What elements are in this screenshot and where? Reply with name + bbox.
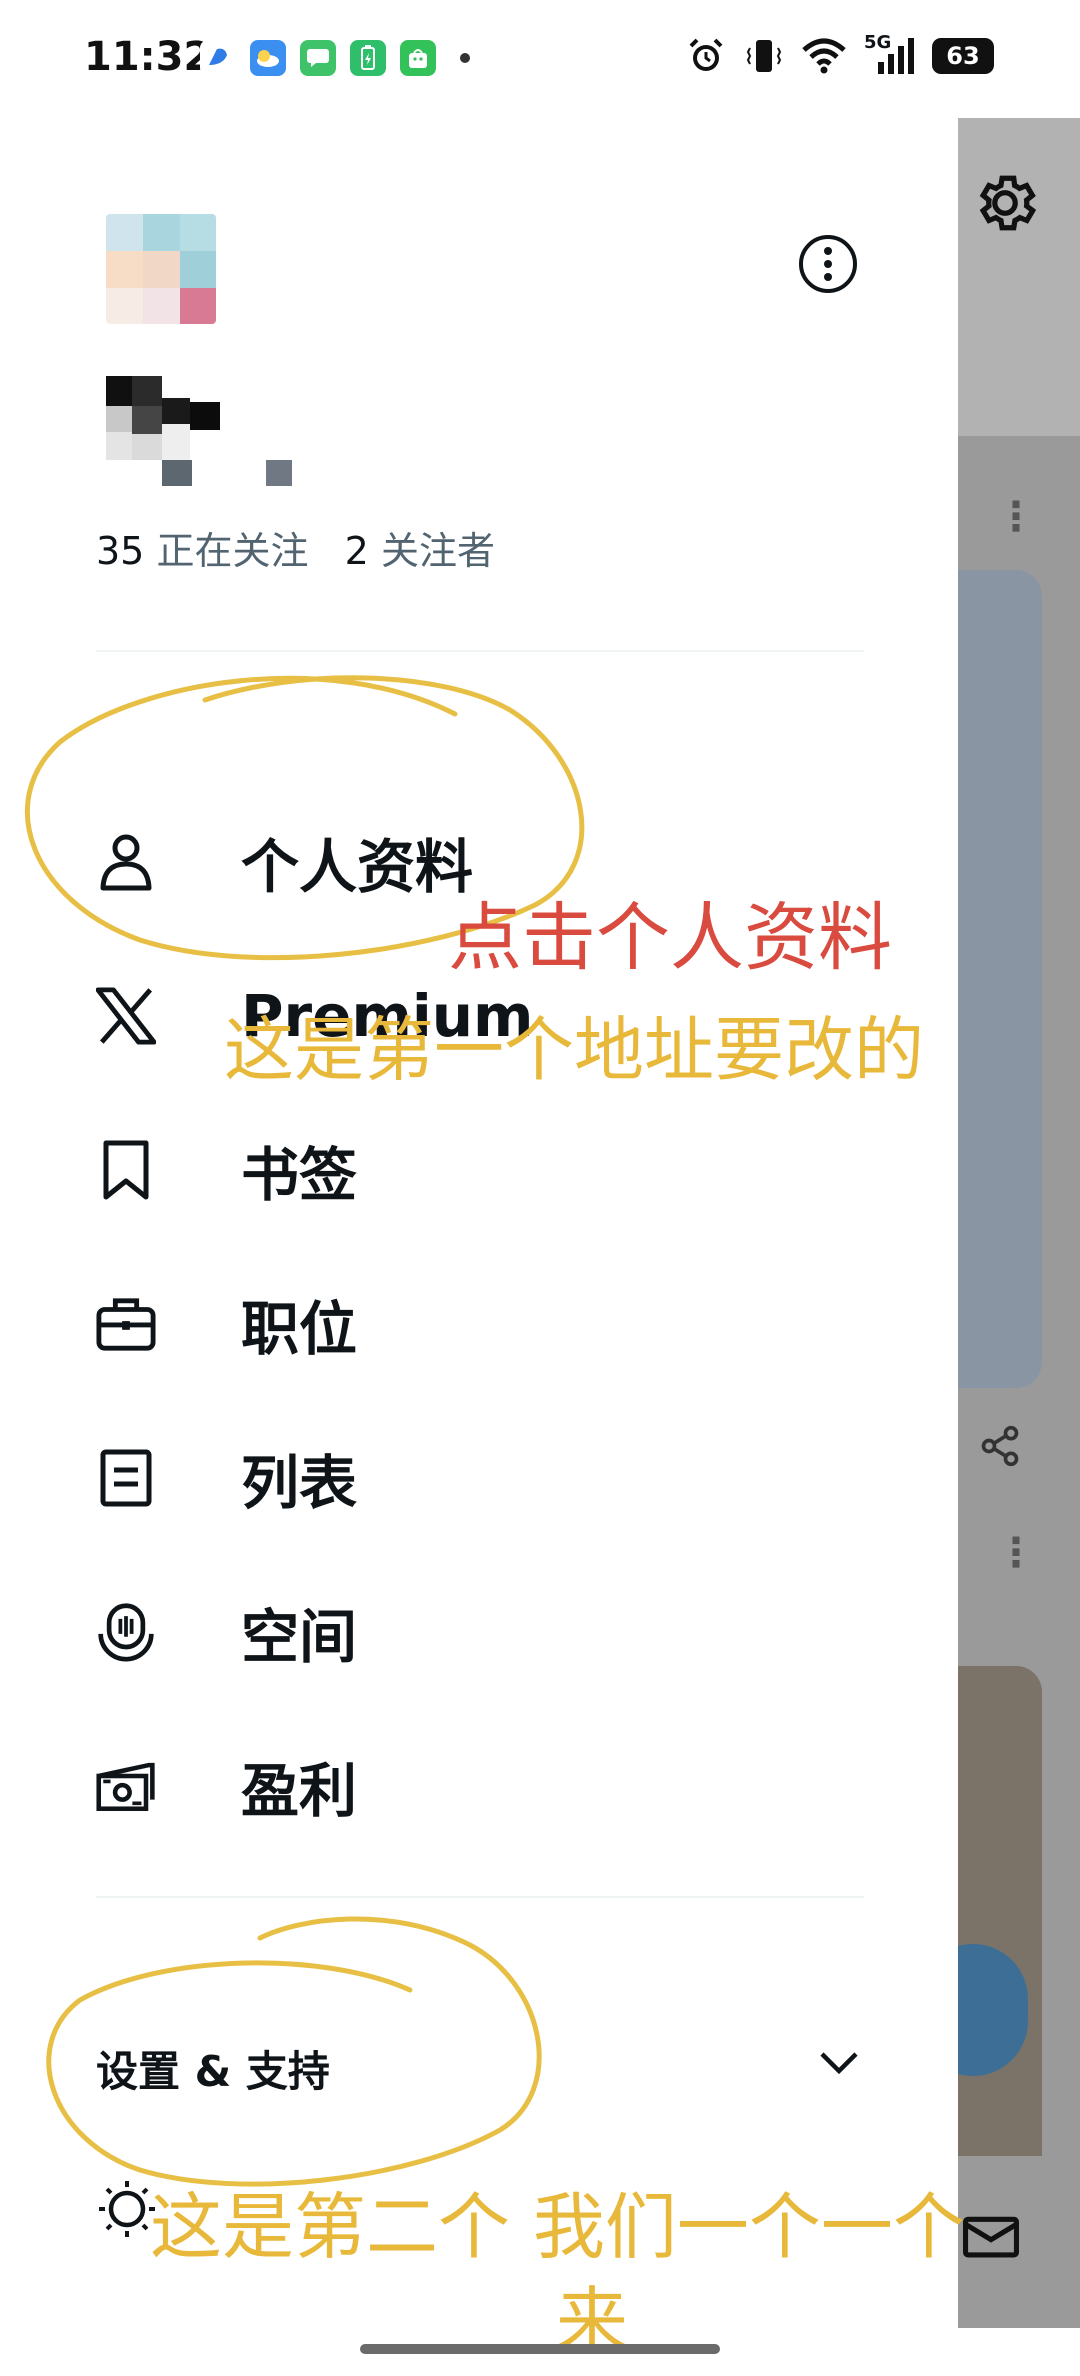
notification-icons xyxy=(200,40,470,76)
signal-icon: 5G xyxy=(864,32,914,76)
list-icon xyxy=(96,1448,156,1508)
bubble-icon xyxy=(200,40,236,76)
annotation-first-address: 这是第一个地址要改的 xyxy=(224,1009,924,1091)
status-time: 11:32 xyxy=(84,34,212,80)
background-post-image-2 xyxy=(958,1666,1042,2156)
menu-item-jobs[interactable]: 职位 xyxy=(96,1274,856,1374)
following-label: 正在关注 xyxy=(156,529,309,573)
mail-icon xyxy=(963,2216,1019,2258)
background-more-icon: ⋮ xyxy=(996,494,1036,540)
menu-label: 职位 xyxy=(241,1295,358,1363)
menu-item-spaces[interactable]: 空间 xyxy=(96,1582,856,1682)
settings-support-toggle[interactable]: 设置 & 支持 xyxy=(96,2024,864,2104)
account-name-obscured[interactable] xyxy=(106,376,296,486)
divider xyxy=(96,650,864,652)
divider xyxy=(96,1896,864,1898)
battery-indicator: 63 xyxy=(932,38,994,74)
menu-label: 列表 xyxy=(241,1449,358,1517)
briefcase-icon xyxy=(96,1294,156,1354)
spaces-icon xyxy=(96,1602,156,1662)
followers-label: 关注者 xyxy=(380,529,495,573)
background-more-icon-2: ⋮ xyxy=(996,1530,1036,1576)
following-count: 35 xyxy=(96,529,145,573)
weather-icon xyxy=(250,40,286,76)
settings-support-label: 设置 & 支持 xyxy=(96,2047,330,2096)
home-indicator[interactable] xyxy=(360,2344,720,2354)
annotation-click-profile: 点击个人资料 xyxy=(448,895,892,981)
bookmark-icon xyxy=(96,1140,156,1200)
system-icons: 5G 63 xyxy=(686,32,994,76)
navigation-drawer: 35 正在关注 2 关注者 个人资料 Premium 书签 职位 列表 空间 盈… xyxy=(0,118,958,2376)
more-options-icon[interactable] xyxy=(796,232,860,296)
menu-label: 盈利 xyxy=(241,1757,358,1825)
wifi-icon xyxy=(802,38,846,74)
person-icon xyxy=(96,832,156,892)
background-app-scrim[interactable] xyxy=(918,118,1080,2328)
display-theme-icon[interactable] xyxy=(96,2178,158,2240)
menu-label: 空间 xyxy=(241,1603,358,1671)
menu-item-lists[interactable]: 列表 xyxy=(96,1428,856,1528)
menu-item-monetization[interactable]: 盈利 xyxy=(96,1736,856,1836)
store-icon xyxy=(400,40,436,76)
background-post-image xyxy=(958,570,1042,1388)
follow-stats[interactable]: 35 正在关注 2 关注者 xyxy=(96,520,495,575)
chevron-down-icon xyxy=(820,2052,858,2075)
gear-icon xyxy=(979,175,1037,231)
battery-saver-icon xyxy=(350,40,386,76)
money-icon xyxy=(96,1756,156,1816)
followers-count: 2 xyxy=(344,529,369,573)
messages-icon xyxy=(300,40,336,76)
alarm-icon xyxy=(689,38,723,71)
status-bar: 11:32 5G 63 xyxy=(0,0,1080,120)
menu-label: 个人资料 xyxy=(241,833,474,901)
vibrate-icon xyxy=(746,40,782,72)
menu-label: 书签 xyxy=(241,1141,358,1209)
annotation-second-line1: 这是第二个 我们一个一个 xyxy=(150,2185,965,2269)
background-header xyxy=(958,118,1080,436)
menu-item-bookmarks[interactable]: 书签 xyxy=(96,1120,856,1220)
share-icon xyxy=(981,1425,1019,1467)
x-logo-icon xyxy=(96,986,156,1046)
avatar[interactable] xyxy=(106,214,216,324)
more-notifications-dot xyxy=(460,53,470,63)
